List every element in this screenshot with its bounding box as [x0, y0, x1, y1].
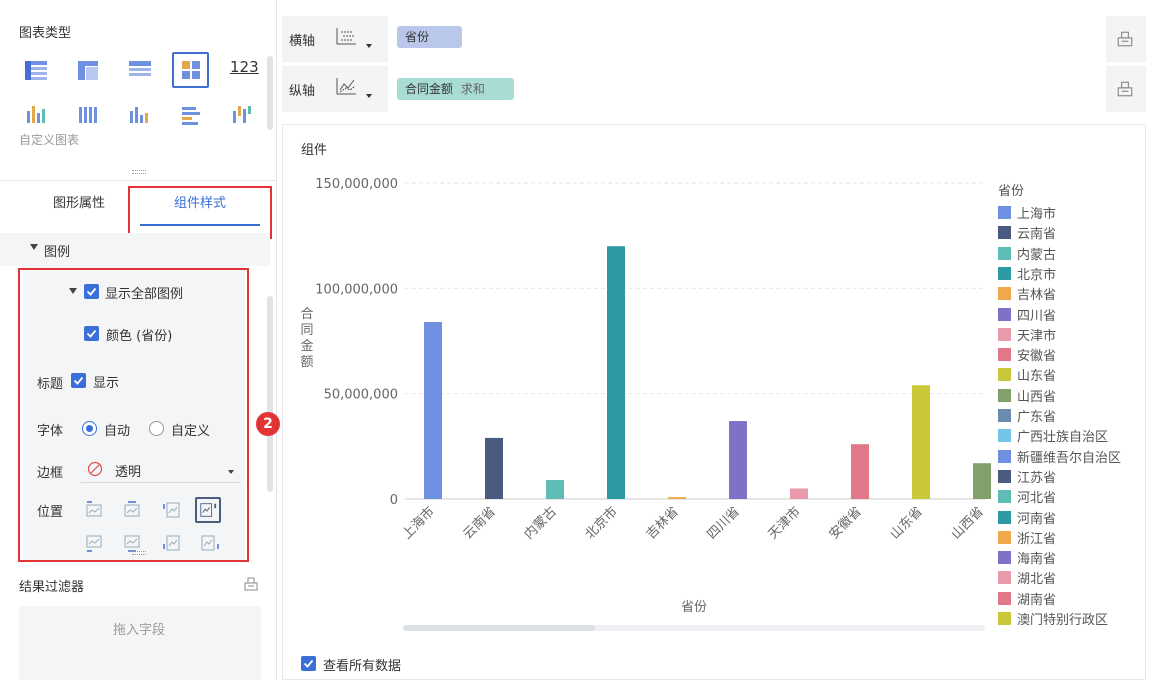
x-tick-label: 北京市 [582, 504, 621, 543]
legend-label: 四川省 [1017, 308, 1057, 324]
y-axis-title-char: 同 [300, 323, 313, 338]
legend-swatch [998, 612, 1011, 625]
y-tick-label: 150,000,000 [315, 177, 398, 192]
y-tick-label: 50,000,000 [324, 388, 398, 403]
horizontal-scrollbar-track[interactable] [403, 625, 985, 631]
legend-label: 北京市 [1017, 267, 1057, 283]
legend-label: 江苏省 [1017, 470, 1057, 486]
legend-swatch [998, 287, 1011, 301]
legend-swatch [998, 571, 1011, 585]
legend-label: 新疆维吾尔自治区 [1017, 450, 1122, 466]
x-tick-label: 吉林省 [644, 504, 682, 542]
bar [424, 322, 442, 499]
x-tick-label: 安徽省 [827, 504, 865, 542]
x-axis-title: 省份 [681, 600, 707, 615]
bar [546, 480, 564, 499]
legend-swatch [998, 551, 1011, 565]
app-root: 图表类型 123 自定义图表 图形属性 组件样式 图例 显示全部图例 颜色 (省… [0, 0, 1157, 680]
legend-label: 广东省 [1017, 410, 1057, 425]
legend-label: 天津市 [1017, 328, 1057, 344]
legend-swatch [998, 530, 1011, 544]
bar [607, 246, 625, 499]
legend-label: 山西省 [1017, 389, 1057, 405]
legend-label: 澳门特别行政区 [1017, 613, 1109, 628]
legend-swatch [998, 429, 1011, 443]
legend-swatch [998, 348, 1011, 362]
horizontal-scrollbar-thumb[interactable] [403, 625, 595, 631]
legend-swatch [998, 409, 1011, 422]
legend-label: 安徽省 [1017, 349, 1057, 365]
legend-label: 湖北省 [1017, 572, 1057, 588]
y-axis-title-char: 金 [300, 338, 313, 354]
bar [912, 385, 930, 499]
legend-label: 湖南省 [1017, 592, 1057, 608]
legend-label: 内蒙古 [1017, 247, 1057, 263]
y-axis-title-char: 合 [300, 307, 313, 322]
legend-label: 云南省 [1017, 227, 1057, 243]
legend-swatch [998, 206, 1011, 219]
legend-swatch [998, 266, 1011, 280]
bar [973, 463, 991, 499]
legend-label: 上海市 [1017, 207, 1057, 222]
y-tick-label: 0 [390, 493, 398, 508]
legend-swatch [998, 449, 1011, 463]
legend-swatch [998, 490, 1011, 504]
x-tick-label: 云南省 [460, 504, 499, 543]
x-tick-label: 四川省 [705, 504, 743, 542]
legend-label: 山东省 [1017, 369, 1057, 385]
legend-label: 吉林省 [1017, 288, 1057, 304]
x-tick-label: 天津市 [765, 504, 804, 543]
view-all-data-checkbox[interactable] [301, 656, 316, 671]
legend-swatch [998, 368, 1011, 382]
legend-label: 河南省 [1017, 511, 1057, 527]
x-tick-label: 上海市 [399, 504, 438, 543]
legend-title: 省份 [998, 184, 1025, 199]
legend-swatch [998, 469, 1011, 483]
x-tick-label: 内蒙古 [521, 504, 560, 543]
bar [790, 488, 808, 499]
legend-label: 海南省 [1017, 552, 1057, 568]
legend-swatch [998, 246, 1011, 260]
legend-swatch [998, 307, 1011, 321]
legend-swatch [998, 510, 1011, 524]
legend-swatch [998, 591, 1011, 605]
view-all-data-label: 查看所有数据 [323, 659, 402, 674]
bar [729, 421, 747, 499]
legend-swatch [998, 226, 1011, 240]
x-tick-label: 山西省 [949, 504, 987, 542]
bar-chart: 0 50,000,000 100,000,000 150,000,000 合同金额省份 上… [300, 177, 991, 615]
y-tick-label: 100,000,000 [315, 282, 398, 297]
legend-swatch [998, 388, 1011, 402]
legend-label: 河北省 [1017, 491, 1057, 507]
bar [485, 437, 503, 499]
y-axis-title-char: 额 [300, 355, 313, 370]
legend-label: 浙江省 [1017, 531, 1057, 547]
legend-label: 广西壮族自治区 [1017, 430, 1109, 446]
x-tick-label: 山东省 [888, 504, 926, 542]
bar [851, 444, 869, 499]
legend-swatch [998, 327, 1011, 341]
bar [668, 497, 686, 499]
